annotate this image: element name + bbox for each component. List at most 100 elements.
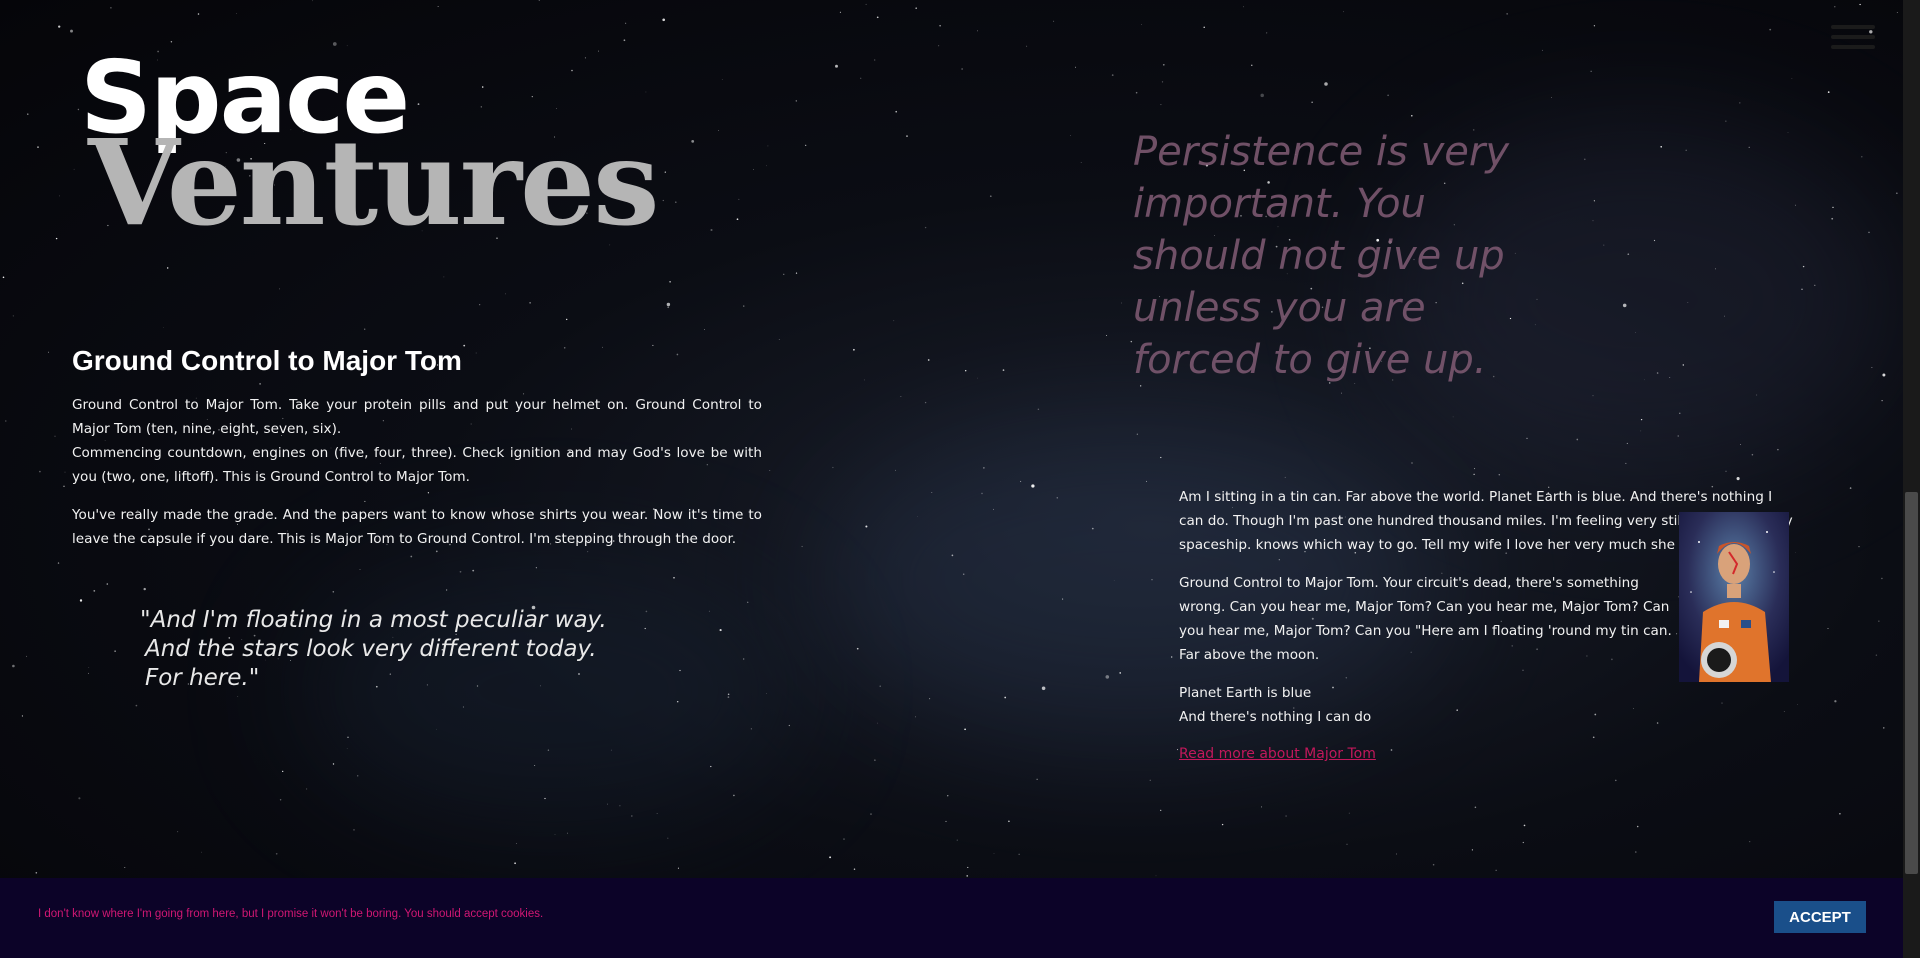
- star: [630, 815, 633, 817]
- star: [275, 853, 278, 855]
- star: [664, 171, 666, 173]
- cookie-text: I don't know where I'm going from here, …: [38, 908, 544, 920]
- star: [1053, 20, 1055, 22]
- star: [753, 169, 754, 171]
- star: [704, 329, 705, 330]
- star: [357, 775, 359, 777]
- star: [691, 140, 695, 143]
- star: [778, 339, 780, 340]
- star: [1002, 369, 1005, 371]
- star: [870, 813, 872, 815]
- star: [1615, 779, 1617, 782]
- star: [353, 829, 355, 831]
- left-content: Ground Control to Major Tom Ground Contr…: [72, 345, 762, 565]
- star: [1260, 93, 1264, 98]
- star: [306, 788, 308, 790]
- accept-cookies-button[interactable]: ACCEPT: [1774, 901, 1866, 933]
- page-scrollbar[interactable]: [1903, 0, 1920, 958]
- star: [58, 25, 61, 28]
- quote-line-2: And the stars look very different today.: [145, 636, 597, 662]
- star: [718, 130, 720, 132]
- star: [1541, 49, 1543, 51]
- star: [1266, 32, 1268, 34]
- star: [1135, 91, 1138, 94]
- star: [669, 280, 671, 283]
- star: [64, 471, 66, 473]
- star: [57, 562, 60, 564]
- star: [1121, 302, 1122, 304]
- star: [359, 569, 361, 570]
- star: [437, 5, 439, 7]
- star: [645, 91, 647, 93]
- star: [114, 650, 116, 652]
- star: [895, 469, 896, 471]
- star: [1341, 392, 1342, 394]
- star: [967, 866, 969, 868]
- star: [1839, 813, 1841, 815]
- star: [927, 359, 930, 361]
- star: [54, 435, 56, 437]
- star: [1111, 74, 1114, 76]
- star: [584, 57, 586, 59]
- star: [666, 302, 671, 307]
- star: [167, 267, 169, 269]
- read-more-link[interactable]: Read more about Major Tom: [1179, 746, 1376, 762]
- star: [853, 348, 855, 351]
- star: [1036, 778, 1038, 780]
- star: [1882, 373, 1886, 377]
- star: [1474, 806, 1477, 809]
- star: [5, 420, 7, 422]
- hamburger-menu-icon[interactable]: [1831, 25, 1875, 55]
- star: [876, 16, 879, 19]
- intro-text-b: Commencing countdown, engines on (five, …: [72, 445, 762, 485]
- star: [906, 135, 908, 137]
- star: [332, 763, 335, 765]
- star: [26, 655, 28, 657]
- star: [1346, 843, 1348, 845]
- star: [853, 868, 856, 870]
- star: [554, 833, 556, 835]
- star: [1074, 66, 1077, 68]
- star: [88, 667, 90, 668]
- star: [924, 401, 927, 404]
- star: [279, 799, 282, 801]
- section-title: Ground Control to Major Tom: [72, 345, 462, 376]
- star: [135, 704, 138, 707]
- star: [1008, 820, 1010, 823]
- star: [312, 0, 314, 2]
- star: [235, 13, 237, 14]
- star: [1861, 156, 1863, 158]
- star: [1080, 162, 1082, 164]
- star: [1141, 24, 1142, 25]
- star: [1883, 727, 1885, 729]
- star: [87, 672, 89, 674]
- cookie-banner: I don't know where I'm going from here, …: [0, 878, 1920, 958]
- star: [1896, 11, 1898, 13]
- star: [874, 759, 876, 761]
- floating-quote: "And I'm floating in a most peculiar way…: [140, 606, 607, 693]
- star: [39, 470, 41, 473]
- star: [1471, 849, 1473, 851]
- star: [1736, 477, 1740, 481]
- star: [964, 728, 966, 731]
- star: [977, 377, 979, 379]
- star: [832, 466, 834, 469]
- star: [766, 165, 767, 167]
- astronaut-portrait: [1679, 512, 1789, 682]
- star: [332, 591, 335, 593]
- star: [1473, 473, 1475, 475]
- scrollbar-thumb[interactable]: [1905, 492, 1918, 874]
- star: [1551, 97, 1552, 98]
- star: [1160, 104, 1162, 106]
- star: [1858, 546, 1860, 548]
- star: [747, 601, 749, 603]
- persistence-quote: Persistence is very important. You shoul…: [1133, 129, 1509, 383]
- star: [947, 795, 949, 797]
- star: [1636, 825, 1639, 828]
- star: [1474, 468, 1476, 470]
- star: [710, 228, 713, 232]
- star: [1251, 64, 1253, 66]
- star: [1849, 487, 1852, 489]
- star: [767, 145, 769, 147]
- star: [35, 872, 38, 874]
